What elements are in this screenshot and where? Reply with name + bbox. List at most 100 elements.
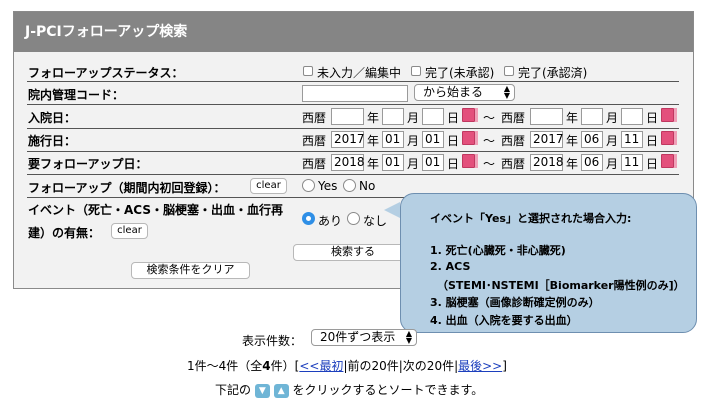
followup-first-no-radio[interactable] (343, 179, 356, 192)
search-button[interactable]: 検索する (293, 244, 413, 261)
followup-first-yes-label: Yes (318, 179, 338, 193)
events-help-callout: イベント「Yes」と選択された場合入力: 1. 死亡(心臓死・非心臓死) 2. … (400, 193, 697, 333)
display-count-value: 20件ずつ表示 (320, 330, 396, 344)
admission-to-month[interactable] (581, 108, 603, 125)
followup-to-month[interactable]: 06 (581, 154, 603, 171)
divider (27, 128, 679, 129)
status-checkbox-approved[interactable] (504, 66, 514, 76)
first-page-link[interactable]: <<最初 (299, 359, 343, 373)
callout-item: （STEMI･NSTEMI［Biomarker陽性例のみ]） (437, 279, 685, 292)
followup-first-no-label: No (359, 179, 376, 193)
match-mode-select[interactable]: から始まる ▲ ▼ (414, 84, 515, 101)
followup-from-month[interactable]: 01 (382, 154, 404, 171)
year-unit: 年 (367, 111, 380, 125)
callout-item: 3. 脳梗塞（画像診断確定例のみ） (430, 296, 600, 309)
month-unit: 月 (407, 134, 420, 148)
display-count-select[interactable]: 20件ずつ表示 ▲ ▼ (311, 329, 417, 346)
day-unit: 日 (646, 157, 659, 171)
followup-first-label: フォローアップ（期間内初回登録）： (28, 181, 226, 195)
events-no-radio[interactable] (347, 212, 360, 225)
hospital-code-label: 院内管理コード： (28, 88, 125, 102)
calendar-icon[interactable] (661, 131, 677, 145)
clear-conditions-button[interactable]: 検索条件をクリア (131, 262, 250, 279)
month-unit: 月 (606, 157, 619, 171)
year-unit: 年 (367, 157, 380, 171)
summary-suffix: 件）[ (270, 359, 300, 373)
month-unit: 月 (606, 134, 619, 148)
status-checkbox-unapproved[interactable] (411, 66, 421, 76)
day-unit: 日 (646, 134, 659, 148)
calendar-icon[interactable] (462, 131, 478, 145)
select-arrows-icon: ▲ ▼ (503, 84, 510, 100)
sort-descending-icon: ▼ (254, 383, 270, 398)
followup-from-day[interactable]: 01 (422, 154, 444, 171)
day-unit: 日 (447, 157, 460, 171)
status-option-editing: 未入力／編集中 (317, 66, 402, 80)
summary-prefix: 1件〜4件（全 (187, 359, 263, 373)
procedure-from-month[interactable]: 01 (382, 131, 404, 148)
calendar-icon[interactable] (462, 108, 478, 122)
prev-next-text: |前の20件|次の20件| (343, 359, 459, 373)
followup-first-clear-button[interactable]: clear (250, 178, 287, 194)
calendar-icon[interactable] (661, 154, 677, 168)
range-tilde: 〜 (483, 157, 496, 171)
events-yes-radio[interactable] (302, 212, 315, 225)
callout-tail (384, 202, 400, 218)
summary-close-bracket: ] (502, 359, 507, 373)
events-clear-button[interactable]: clear (111, 223, 148, 239)
admission-from-day[interactable] (422, 108, 444, 125)
sort-hint: 下記の ▼ ▲ をクリックするとソートできます。 (215, 381, 483, 398)
calendar-icon[interactable] (462, 154, 478, 168)
day-unit: 日 (447, 134, 460, 148)
procedure-to-day[interactable]: 11 (621, 131, 643, 148)
procedure-date-label: 施行日： (28, 134, 77, 148)
sort-ascending-icon: ▲ (273, 383, 289, 398)
era-label: 西暦 (501, 157, 526, 171)
match-mode-value: から始まる (423, 85, 484, 99)
callout-title: イベント「Yes」と選択された場合入力: (430, 212, 632, 225)
procedure-from-day[interactable]: 01 (422, 131, 444, 148)
panel-title: J-PCIフォローアップ検索 (14, 12, 693, 52)
hospital-code-input[interactable] (302, 85, 408, 102)
admission-from-year[interactable] (331, 108, 364, 125)
last-page-link[interactable]: 最後>> (458, 359, 502, 373)
procedure-from-year[interactable]: 2017 (331, 131, 365, 148)
calendar-icon[interactable] (661, 108, 677, 122)
month-unit: 月 (407, 157, 420, 171)
month-unit: 月 (407, 111, 420, 125)
era-label: 西暦 (501, 134, 526, 148)
year-unit: 年 (566, 134, 579, 148)
era-label: 西暦 (302, 134, 327, 148)
year-unit: 年 (367, 134, 380, 148)
era-label: 西暦 (302, 111, 327, 125)
sort-hint-suffix: をクリックするとソートできます。 (292, 383, 484, 397)
year-unit: 年 (566, 111, 579, 125)
day-unit: 日 (646, 111, 659, 125)
admission-from-month[interactable] (382, 108, 404, 125)
followup-from-year[interactable]: 2018 (331, 154, 365, 171)
divider (27, 174, 679, 175)
divider (27, 81, 679, 82)
select-arrows-icon: ▲ ▼ (405, 329, 412, 345)
admission-to-day[interactable] (621, 108, 643, 125)
callout-item: 4. 出血（入院を要する出血） (430, 314, 578, 327)
admission-date-label: 入院日： (28, 111, 77, 125)
events-yes-label: あり (318, 214, 343, 228)
divider (27, 151, 679, 152)
followup-date-label: 要フォローアップ日： (28, 157, 148, 171)
callout-item: 1. 死亡(心臓死・非心臓死) (430, 244, 566, 257)
followup-to-day[interactable]: 11 (621, 154, 643, 171)
followup-first-yes-radio[interactable] (302, 179, 315, 192)
procedure-to-year[interactable]: 2017 (530, 131, 564, 148)
callout-item: 2. ACS (430, 260, 471, 273)
followup-status-label: フォローアップステータス： (28, 66, 184, 80)
day-unit: 日 (447, 111, 460, 125)
admission-to-year[interactable] (530, 108, 563, 125)
status-option-unapproved: 完了(未承認) (425, 66, 495, 80)
status-option-approved: 完了(承認済) (518, 66, 588, 80)
range-tilde: 〜 (483, 111, 496, 125)
procedure-to-month[interactable]: 06 (581, 131, 603, 148)
status-checkbox-editing[interactable] (303, 66, 313, 76)
era-label: 西暦 (302, 157, 327, 171)
followup-to-year[interactable]: 2018 (530, 154, 564, 171)
